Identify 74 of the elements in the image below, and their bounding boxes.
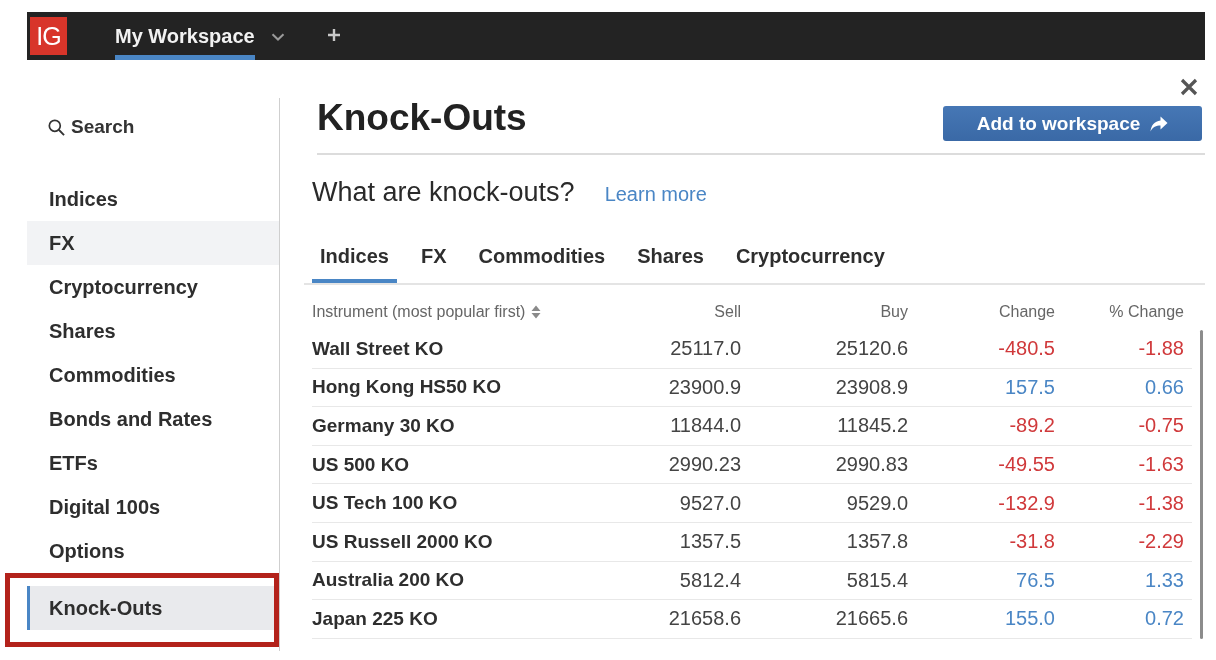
table-cell: 25120.6 bbox=[835, 337, 908, 361]
table-cell: 11845.2 bbox=[837, 414, 908, 438]
table-cell: US Russell 2000 KO bbox=[312, 530, 493, 553]
table-cell: 9529.0 bbox=[846, 491, 908, 515]
workspace-tab[interactable]: My Workspace bbox=[115, 12, 255, 60]
table-cell: -49.55 bbox=[998, 453, 1055, 477]
sidebar-item[interactable]: FX bbox=[27, 221, 279, 265]
table-cell: 21665.6 bbox=[835, 607, 908, 631]
category-tab[interactable]: Shares bbox=[629, 244, 712, 283]
table-cell: US 500 KO bbox=[312, 453, 410, 476]
table-cell: -480.5 bbox=[998, 337, 1055, 361]
table-cell: -1.63 bbox=[1138, 453, 1184, 477]
share-arrow-icon bbox=[1150, 115, 1169, 132]
category-tab[interactable]: Commodities bbox=[470, 244, 614, 283]
sidebar-item[interactable]: Commodities bbox=[27, 353, 279, 397]
table-cell: 11844.0 bbox=[670, 414, 741, 438]
sidebar-item[interactable]: Knock-Outs bbox=[27, 586, 274, 630]
category-tab[interactable]: Cryptocurrency bbox=[727, 244, 893, 283]
category-tab[interactable]: FX bbox=[412, 244, 455, 283]
section-heading: What are knock-outs? bbox=[312, 176, 575, 209]
table-cell: Australia 200 KO bbox=[312, 569, 465, 592]
table-cell: Germany 30 KO bbox=[312, 415, 455, 437]
close-icon[interactable] bbox=[1180, 78, 1198, 96]
table-cell: US Tech 100 KO bbox=[312, 492, 458, 515]
sidebar-item[interactable]: Options bbox=[27, 529, 279, 573]
table-cell: 25117.0 bbox=[670, 337, 741, 361]
sidebar-item[interactable]: Cryptocurrency bbox=[27, 265, 279, 309]
table-cell: -0.75 bbox=[1138, 414, 1184, 438]
table-cell: -31.8 bbox=[1009, 530, 1055, 554]
table-cell: 5815.4 bbox=[846, 568, 908, 592]
column-header: Change bbox=[998, 302, 1055, 321]
table-cell: Wall Street KO bbox=[312, 337, 444, 360]
table-cell: 2990.23 bbox=[668, 453, 741, 477]
table-cell: 0.72 bbox=[1145, 607, 1184, 631]
add-to-workspace-button[interactable]: Add to workspace bbox=[943, 106, 1202, 141]
column-header: Buy bbox=[880, 302, 908, 321]
table-cell: 23900.9 bbox=[668, 375, 741, 399]
table-cell: 76.5 bbox=[1016, 568, 1055, 592]
table-cell: 2990.83 bbox=[835, 453, 908, 477]
search-button[interactable]: Search bbox=[27, 105, 135, 149]
table-cell: 1357.5 bbox=[679, 530, 741, 554]
table-cell: 23908.9 bbox=[835, 375, 908, 399]
sidebar-item[interactable]: Bonds and Rates bbox=[27, 397, 279, 441]
logo: IG bbox=[30, 17, 67, 55]
table-cell: -132.9 bbox=[998, 491, 1055, 515]
panel-title: Knock-Outs bbox=[317, 96, 527, 140]
plus-icon[interactable] bbox=[327, 29, 340, 41]
scrollbar[interactable] bbox=[1200, 330, 1203, 639]
table-cell: 5812.4 bbox=[679, 568, 741, 592]
table-cell: -1.38 bbox=[1138, 491, 1184, 515]
table-cell: Japan 225 KO bbox=[312, 607, 438, 630]
column-header: Sell bbox=[714, 302, 741, 321]
sidebar-item[interactable]: Digital 100s bbox=[27, 485, 279, 529]
table-cell: Hong Kong HS50 KO bbox=[312, 376, 501, 399]
chevron-down-icon[interactable] bbox=[270, 33, 285, 41]
table-cell: -1.88 bbox=[1138, 337, 1184, 361]
sidebar-item[interactable]: Indices bbox=[27, 177, 279, 221]
table-cell: -2.29 bbox=[1138, 530, 1184, 554]
table-cell: 1357.8 bbox=[846, 530, 908, 554]
sort-icon[interactable] bbox=[531, 304, 542, 319]
column-header: Instrument (most popular first) bbox=[312, 302, 526, 321]
table-cell: 0.66 bbox=[1145, 375, 1184, 399]
learn-more-link[interactable]: Learn more bbox=[604, 183, 707, 206]
sidebar-item[interactable]: Shares bbox=[27, 309, 279, 353]
table-cell: 1.33 bbox=[1145, 568, 1184, 592]
column-header: % Change bbox=[1109, 302, 1184, 321]
table-cell: 157.5 bbox=[1004, 375, 1055, 399]
table-cell: 155.0 bbox=[1004, 607, 1055, 631]
category-tab[interactable]: Indices bbox=[312, 244, 397, 283]
table-cell: 9527.0 bbox=[679, 491, 741, 515]
search-icon bbox=[48, 118, 65, 136]
sidebar-item[interactable]: ETFs bbox=[27, 441, 279, 485]
table-cell: 21658.6 bbox=[668, 607, 741, 631]
table-cell: -89.2 bbox=[1009, 414, 1055, 438]
